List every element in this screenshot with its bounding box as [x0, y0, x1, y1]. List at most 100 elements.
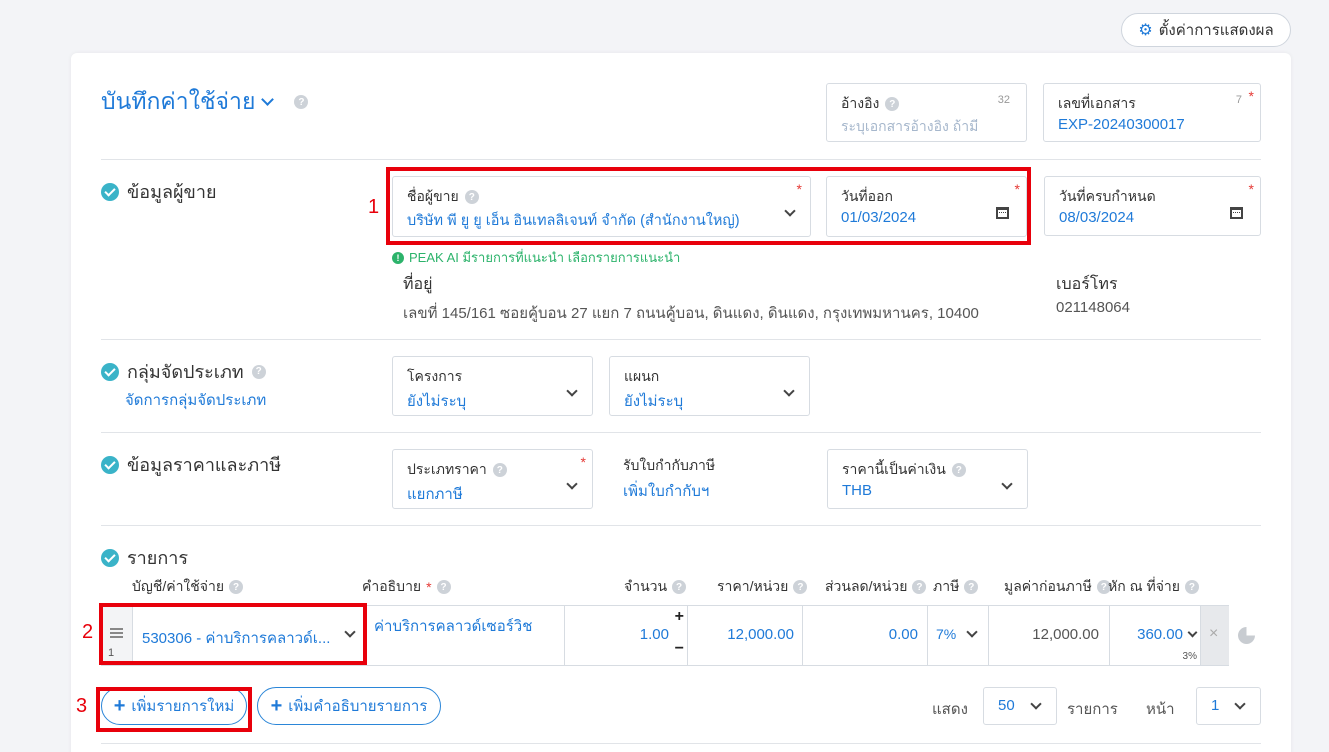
address-value: เลขที่ 145/161 ซอยคู้บอน 27 แยก 7 ถนนคู้…	[403, 305, 979, 322]
project-select[interactable]: โครงการ ยังไม่ระบุ	[392, 356, 593, 416]
tax-select[interactable]: 7%	[927, 606, 988, 665]
chevron-down-icon	[1030, 698, 1042, 710]
help-icon[interactable]: ?	[229, 580, 244, 594]
page-size-select[interactable]: 50	[983, 687, 1057, 725]
chevron-down-icon	[566, 385, 578, 397]
check-circle-icon	[101, 182, 119, 201]
price-section-title: ข้อมูลราคาและภาษี	[101, 450, 281, 479]
add-description-button[interactable]: + เพิ่มคำอธิบายรายการ	[257, 687, 441, 725]
column-header-quantity: จำนวน?	[624, 576, 687, 598]
close-icon: ×	[1209, 625, 1219, 642]
column-header-discount: ส่วนลด/หน่วย?	[825, 576, 927, 598]
check-circle-icon	[101, 362, 119, 381]
tax-value: 7%	[936, 626, 957, 642]
column-header-pretax: มูลค่าก่อนภาษี?	[1004, 576, 1111, 598]
category-section-title: กลุ่มจัดประเภท ?	[101, 357, 266, 386]
page-number-value: 1	[1211, 697, 1220, 714]
display-settings-label: ตั้งค่าการแสดงผล	[1158, 22, 1274, 39]
quantity-stepper[interactable]: 1.00 + −	[564, 606, 687, 665]
divider	[101, 339, 1261, 340]
column-header-description: คำอธิบาย *?	[362, 576, 451, 598]
char-counter: 32	[997, 94, 1010, 106]
annotation-label-3: 3	[76, 695, 88, 717]
project-value: ยังไม่ระบุ	[407, 393, 467, 410]
chevron-down-icon	[783, 385, 795, 397]
help-icon[interactable]: ?	[793, 580, 808, 594]
unit-price-input[interactable]: 12,000.00	[687, 606, 802, 665]
vendor-section-title: ข้อมูลผู้ขาย	[101, 177, 217, 206]
help-icon[interactable]: ?	[885, 97, 900, 111]
gear-icon: ⚙	[1138, 22, 1153, 39]
phone-value: 021148064	[1056, 299, 1130, 316]
document-number-value: EXP-20240300017	[1058, 116, 1185, 133]
help-icon[interactable]: ?	[251, 364, 266, 379]
highlight-box-3	[96, 687, 252, 732]
remove-row-button[interactable]: ×	[1200, 606, 1229, 665]
help-icon[interactable]: ?	[492, 463, 507, 477]
divider	[101, 159, 1261, 160]
reference-field[interactable]: อ้างอิง? 32 ระบุเอกสารอ้างอิง ถ้ามี	[826, 83, 1027, 142]
items-section-title: รายการ	[101, 543, 188, 572]
column-header-tax: ภาษี?	[933, 576, 979, 598]
column-header-unit-price: ราคา/หน่วย?	[717, 576, 808, 598]
page-title[interactable]: บันทึกค่าใช้จ่าย ?	[101, 84, 309, 120]
increment-icon[interactable]: +	[675, 608, 684, 626]
reference-placeholder: ระบุเอกสารอ้างอิง ถ้ามี	[841, 118, 979, 134]
page-number-select[interactable]: 1	[1196, 687, 1261, 725]
highlight-box-1	[386, 167, 1031, 245]
chevron-down-icon	[566, 478, 578, 490]
decrement-icon[interactable]: −	[675, 640, 684, 658]
required-marker: *	[1248, 181, 1254, 197]
chevron-down-icon	[1234, 698, 1246, 710]
plus-icon: +	[270, 694, 283, 717]
price-type-select[interactable]: ประเภทราคา? * แยกภาษี	[392, 449, 593, 509]
help-icon[interactable]: ?	[436, 580, 451, 594]
help-icon[interactable]: ?	[912, 580, 927, 594]
check-circle-icon	[101, 455, 119, 474]
discount-input[interactable]: 0.00	[802, 606, 927, 665]
annotation-label-1: 1	[368, 196, 380, 218]
pie-chart-icon[interactable]	[1238, 627, 1255, 644]
required-marker: *	[426, 579, 432, 595]
help-icon[interactable]: ?	[672, 580, 687, 594]
due-date-field[interactable]: วันที่ครบกำหนด * 08/03/2024	[1044, 176, 1261, 236]
help-icon[interactable]: ?	[1184, 580, 1199, 594]
page-size-value: 50	[998, 697, 1015, 714]
phone-label: เบอร์โทร	[1056, 276, 1118, 293]
chevron-down-icon	[966, 626, 978, 638]
withholding-value: 360.00	[1137, 626, 1183, 643]
column-header-account: บัญชี/ค่าใช้จ่าย?	[132, 576, 244, 598]
document-number-field[interactable]: เลขที่เอกสาร 7 * EXP-20240300017	[1043, 83, 1261, 142]
chevron-down-icon	[1001, 478, 1013, 490]
ai-suggestion-hint[interactable]: ! PEAK AI มีรายการที่แนะนำ เลือกรายการแน…	[392, 247, 680, 268]
description-input[interactable]: ค่าบริการคลาวด์เซอร์วิช	[364, 606, 564, 665]
pretax-value: 12,000.00	[1032, 626, 1099, 643]
display-settings-button[interactable]: ⚙ ตั้งค่าการแสดงผล	[1121, 13, 1291, 47]
description-value: ค่าบริการคลาวด์เซอร์วิช	[374, 618, 533, 635]
char-counter: 7	[1235, 94, 1242, 106]
department-select[interactable]: แผนก ยังไม่ระบุ	[609, 356, 810, 416]
divider	[101, 432, 1261, 433]
withholding-select[interactable]: 360.00 3%	[1109, 606, 1200, 665]
alert-icon: !	[392, 251, 404, 264]
required-marker: *	[580, 454, 586, 470]
items-label: รายการ	[1067, 701, 1118, 718]
help-icon[interactable]: ?	[951, 463, 966, 477]
column-header-withholding: หัก ณ ที่จ่าย?	[1108, 576, 1199, 598]
tax-invoice-label: รับใบกำกับภาษี	[623, 457, 716, 473]
department-value: ยังไม่ระบุ	[624, 393, 684, 410]
divider	[101, 743, 1261, 744]
address-label: ที่อยู่	[403, 276, 433, 293]
currency-select[interactable]: ราคานี้เป็นค่าเงิน? THB	[827, 449, 1028, 509]
manage-category-link[interactable]: จัดการกลุ่มจัดประเภท	[125, 388, 266, 412]
withholding-rate: 3%	[1182, 651, 1197, 662]
unit-price-value: 12,000.00	[727, 626, 794, 643]
annotation-label-2: 2	[82, 621, 94, 643]
help-icon[interactable]: ?	[964, 580, 979, 594]
page-label: หน้า	[1146, 701, 1175, 718]
calendar-icon[interactable]	[1230, 207, 1243, 219]
help-icon[interactable]: ?	[294, 95, 309, 109]
quantity-value: 1.00	[639, 626, 669, 643]
discount-value: 0.00	[888, 626, 918, 643]
add-tax-invoice-link[interactable]: เพิ่มใบกำกับฯ	[623, 479, 709, 503]
